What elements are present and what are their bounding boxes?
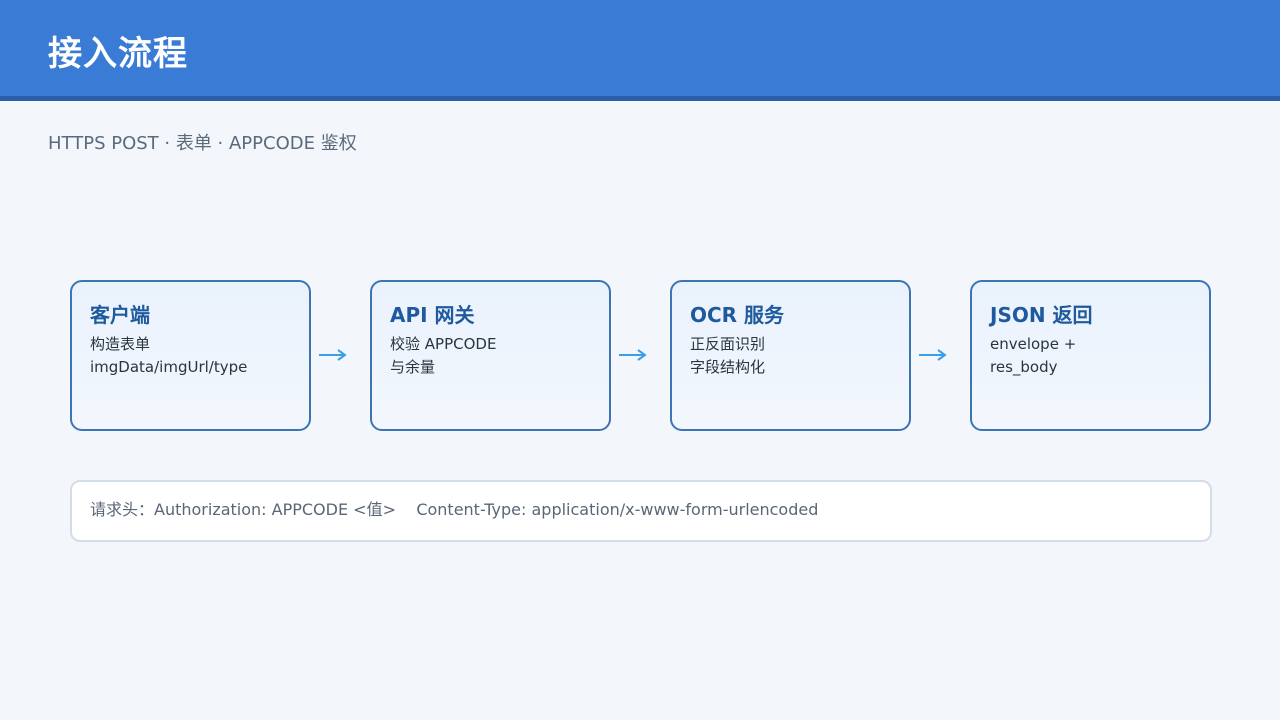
flow-step-desc: 校验 APPCODE <box>390 335 497 353</box>
flow-step-desc: imgData/imgUrl/type <box>90 358 248 376</box>
page-subtitle: HTTPS POST · 表单 · APPCODE 鉴权 <box>48 133 357 154</box>
flow-step-client: 客户端 构造表单 imgData/imgUrl/type <box>70 280 311 431</box>
page-title: 接入流程 <box>48 34 188 74</box>
header-bar: 接入流程 <box>0 0 1280 101</box>
right-arrow-icon <box>919 349 947 361</box>
flow-step-api-gateway: API 网关 校验 APPCODE 与余量 <box>370 280 611 431</box>
flow-step-title: API 网关 <box>390 303 475 327</box>
flow-step-desc: 构造表单 <box>90 335 151 353</box>
flow-step-desc: 与余量 <box>390 358 436 376</box>
flow-step-desc: 字段结构化 <box>690 358 766 376</box>
request-headers-text: 请求头：Authorization: APPCODE <值> Content-T… <box>90 500 819 519</box>
flow-diagram: 客户端 构造表单 imgData/imgUrl/type API 网关 校验 A… <box>70 280 1211 431</box>
flow-step-title: 客户端 <box>90 303 150 327</box>
flow-step-desc: 正反面识别 <box>690 335 766 353</box>
right-arrow-icon <box>619 349 647 361</box>
flow-step-desc: envelope + <box>990 335 1077 353</box>
request-headers-note: 请求头：Authorization: APPCODE <值> Content-T… <box>70 480 1212 542</box>
flow-step-title: JSON 返回 <box>990 303 1093 327</box>
flow-step-desc: res_body <box>990 358 1058 376</box>
flow-step-ocr-service: OCR 服务 正反面识别 字段结构化 <box>670 280 911 431</box>
flow-step-json-response: JSON 返回 envelope + res_body <box>970 280 1211 431</box>
right-arrow-icon <box>319 349 347 361</box>
flow-step-title: OCR 服务 <box>690 303 785 327</box>
